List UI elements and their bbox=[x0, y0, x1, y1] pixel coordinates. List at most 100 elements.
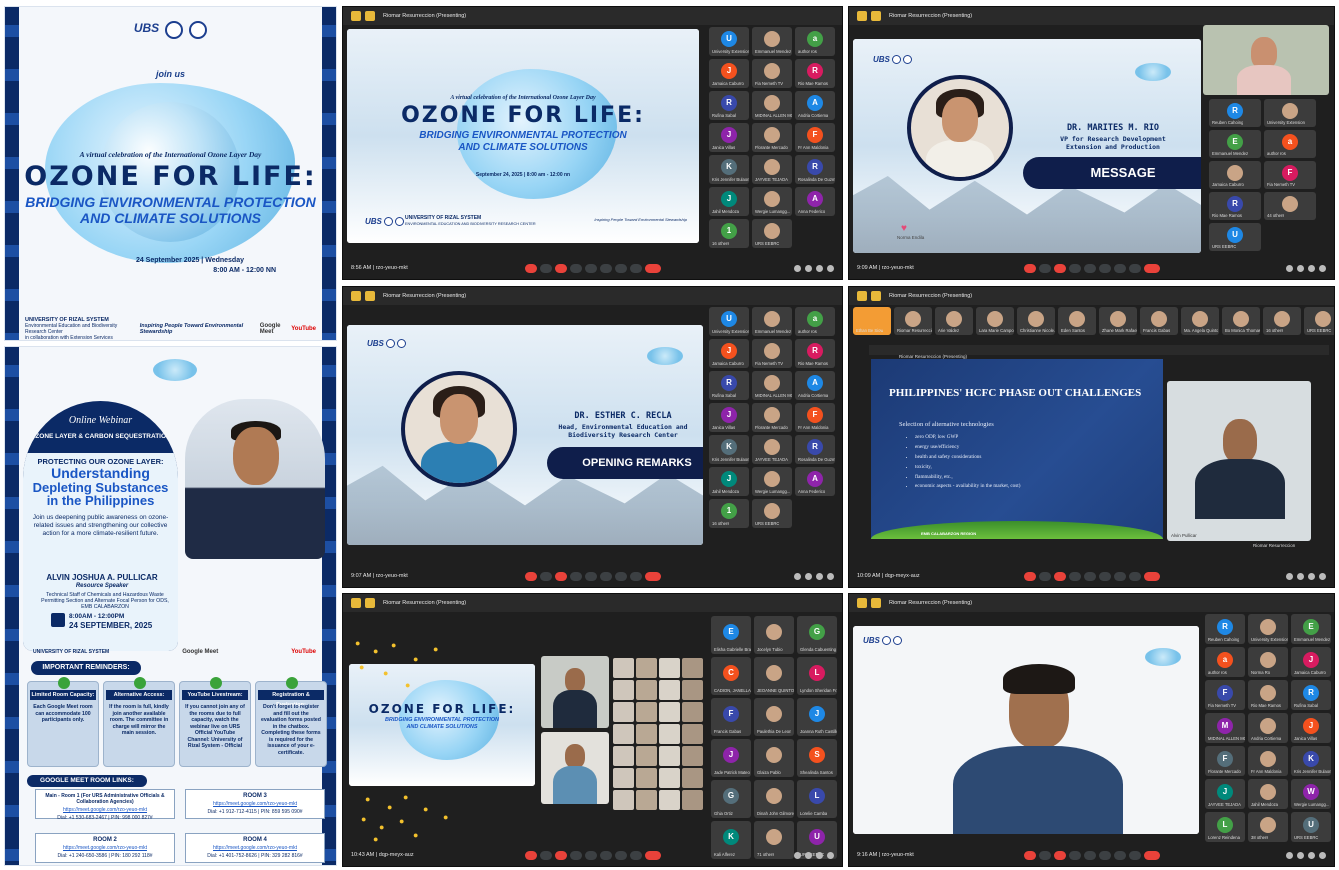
participant-tile[interactable]: F Fr Ann Maldonia bbox=[795, 403, 835, 432]
participant-tile[interactable]: J Jahil Mendoza bbox=[709, 187, 749, 216]
mic-options-icon[interactable] bbox=[539, 263, 552, 273]
present-icon[interactable] bbox=[871, 291, 881, 301]
participant-tile[interactable]: R Reuben Cahoing bbox=[1205, 614, 1245, 644]
participant-tile[interactable]: URS EEBRC bbox=[752, 499, 792, 528]
more-options-icon[interactable] bbox=[1128, 850, 1141, 860]
participant-tile[interactable]: J Jamaica Caburro bbox=[709, 339, 749, 368]
participant-tile[interactable]: a author ros bbox=[1264, 130, 1316, 158]
activities-icon[interactable] bbox=[1319, 572, 1326, 580]
camera-icon[interactable] bbox=[554, 571, 567, 581]
camera-icon[interactable] bbox=[554, 850, 567, 860]
participant-tile[interactable]: J Jahil Mendoza bbox=[709, 467, 749, 496]
raise-hand-icon[interactable] bbox=[614, 263, 627, 273]
participant-tile[interactable]: J JAYVEE TEJADA bbox=[1205, 779, 1245, 809]
participant-tile[interactable]: U University Extension bbox=[709, 27, 749, 56]
mic-icon[interactable] bbox=[524, 850, 537, 860]
more-options-icon[interactable] bbox=[1128, 571, 1141, 581]
activities-icon[interactable] bbox=[827, 851, 834, 859]
mic-icon[interactable] bbox=[524, 263, 537, 273]
chat-icon[interactable] bbox=[816, 572, 823, 580]
participant-tile[interactable]: R Rufina Sabal bbox=[709, 371, 749, 400]
present-screen-icon[interactable] bbox=[599, 850, 612, 860]
gallery-video-tile[interactable] bbox=[613, 724, 634, 744]
more-options-icon[interactable] bbox=[629, 850, 642, 860]
info-icon[interactable] bbox=[1286, 264, 1293, 272]
mic-icon[interactable] bbox=[1023, 263, 1036, 273]
participant-tile[interactable]: University Extension bbox=[1264, 99, 1316, 127]
present-icon[interactable] bbox=[365, 598, 375, 608]
captions-icon[interactable] bbox=[1068, 263, 1081, 273]
participant-tile[interactable]: R Rio Mae Ramos bbox=[795, 59, 835, 88]
participant-tile[interactable]: R Reuben Cahoing bbox=[1209, 99, 1261, 127]
participant-tile[interactable]: Andria Cortiema bbox=[1248, 713, 1288, 743]
participant-tile[interactable]: A Andria Cortiema bbox=[795, 91, 835, 120]
participant-tile[interactable]: U URS EEBRC bbox=[1291, 812, 1331, 842]
captions-icon[interactable] bbox=[1068, 571, 1081, 581]
room-link[interactable]: https://meet.google.com/rzo-yeuo-mkt bbox=[36, 845, 174, 851]
mic-options-icon[interactable] bbox=[539, 850, 552, 860]
participant-tile[interactable]: Zhane Mark Rafael bbox=[1099, 307, 1137, 335]
participant-tile[interactable]: Wergie Lumangg... bbox=[752, 467, 792, 496]
people-icon[interactable] bbox=[1297, 264, 1304, 272]
raise-hand-icon[interactable] bbox=[1113, 263, 1126, 273]
participant-tile[interactable]: W Wergie Lumangg... bbox=[1291, 779, 1331, 809]
chrome-tab-icon[interactable] bbox=[857, 291, 867, 301]
participant-tile[interactable]: J Jamaica Caburro bbox=[709, 59, 749, 88]
info-icon[interactable] bbox=[794, 572, 801, 580]
participant-tile[interactable]: a author ros bbox=[795, 307, 835, 336]
gallery-video-tile[interactable] bbox=[659, 658, 680, 678]
participant-tile[interactable]: F Florante Mercado bbox=[1205, 746, 1245, 776]
participant-tile[interactable]: Lara Marie Campo bbox=[976, 307, 1014, 335]
participant-tile[interactable]: 1 16 others bbox=[709, 499, 749, 528]
participant-tile[interactable]: K Kris Jennifer Bulaong bbox=[709, 435, 749, 464]
participant-tile[interactable]: RRosalinda De Guzman bbox=[795, 155, 835, 184]
participant-tile[interactable]: a author ros bbox=[795, 27, 835, 56]
participant-tile[interactable]: K Kris Jennifer Bulaong bbox=[1291, 746, 1331, 776]
activities-icon[interactable] bbox=[1319, 264, 1326, 272]
participant-tile[interactable]: Glaiza Pablo bbox=[754, 739, 794, 777]
info-icon[interactable] bbox=[794, 264, 801, 272]
gallery-video-tile[interactable] bbox=[613, 790, 634, 810]
gallery-video-tile[interactable] bbox=[682, 658, 703, 678]
participant-tile[interactable]: Wergie Lumangg... bbox=[752, 187, 792, 216]
participant-tile[interactable]: University Extension bbox=[1248, 614, 1288, 644]
end-call-button[interactable] bbox=[644, 571, 661, 581]
participant-tile[interactable]: Paulethia De Leon bbox=[754, 698, 794, 736]
mic-icon[interactable] bbox=[524, 571, 537, 581]
participant-tile[interactable]: Eden Santos bbox=[1058, 307, 1096, 335]
participant-tile[interactable]: Fr Ann Maldonia bbox=[1248, 746, 1288, 776]
participant-tile[interactable]: J Jade Patrick Mateo bbox=[711, 739, 751, 777]
chrome-tab-icon[interactable] bbox=[857, 11, 867, 21]
participant-tile[interactable]: Jahil Mendoza bbox=[1248, 779, 1288, 809]
gallery-video-tile[interactable] bbox=[682, 724, 703, 744]
mic-options-icon[interactable] bbox=[1038, 263, 1051, 273]
participant-tile[interactable]: R Rufina Sabal bbox=[1291, 680, 1331, 710]
captions-icon[interactable] bbox=[569, 263, 582, 273]
end-call-button[interactable] bbox=[644, 263, 661, 273]
participant-tile[interactable]: E Emmanuel Mendez bbox=[1291, 614, 1331, 644]
participant-tile[interactable]: RRosalinda De Guzman bbox=[795, 435, 835, 464]
gallery-video-tile[interactable] bbox=[613, 658, 634, 678]
gallery-video-tile[interactable] bbox=[613, 746, 634, 766]
participant-tile[interactable]: Florante Mercado bbox=[752, 123, 792, 152]
participant-tile[interactable]: 44 others bbox=[1264, 192, 1316, 220]
gallery-video-tile[interactable] bbox=[613, 768, 634, 788]
gallery-video-tile[interactable] bbox=[659, 746, 680, 766]
participant-tile[interactable]: Emmanuel Mendez bbox=[752, 307, 792, 336]
gallery-video-tile[interactable] bbox=[682, 746, 703, 766]
gallery-video-tile[interactable] bbox=[659, 724, 680, 744]
end-call-button[interactable] bbox=[644, 850, 661, 860]
participant-tile[interactable]: A Anna Federico bbox=[795, 467, 835, 496]
people-icon[interactable] bbox=[1297, 572, 1304, 580]
room-link[interactable]: https://meet.google.com/rzo-yeuo-mkt bbox=[186, 845, 324, 851]
gallery-video-tile[interactable] bbox=[636, 680, 657, 700]
participant-tile[interactable]: F Fr Ann Maldonia bbox=[795, 123, 835, 152]
chrome-tab-icon[interactable] bbox=[351, 291, 361, 301]
speaker-video[interactable]: Alvin Pullicar bbox=[1167, 381, 1311, 541]
present-screen-icon[interactable] bbox=[1098, 263, 1111, 273]
participant-tile[interactable]: Christianne Nicole... bbox=[1017, 307, 1055, 335]
chat-icon[interactable] bbox=[816, 851, 823, 859]
present-screen-icon[interactable] bbox=[599, 571, 612, 581]
participant-tile[interactable]: 1 16 others bbox=[709, 219, 749, 248]
participant-tile[interactable]: Fia Nemeth TV bbox=[752, 59, 792, 88]
